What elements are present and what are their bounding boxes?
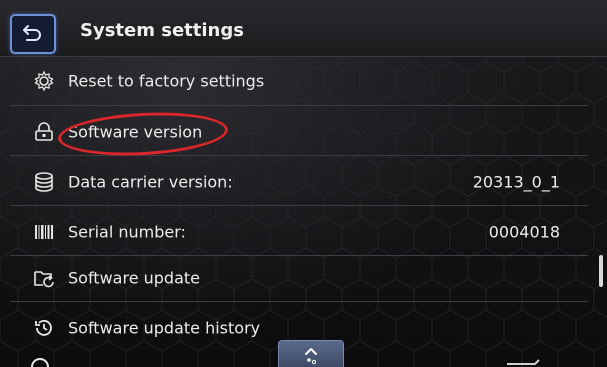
divider — [10, 155, 588, 156]
history-icon — [35, 320, 52, 336]
menu-item-serial-number[interactable]: Serial number: 0004018 — [0, 207, 590, 257]
folder-refresh-icon — [34, 271, 54, 288]
menu-item-label: Software update history — [68, 318, 261, 338]
lock-icon — [35, 122, 53, 141]
screen: System settings Reset to factory setting… — [0, 0, 607, 367]
back-arrow-icon — [23, 25, 41, 41]
reset-gear-icon — [34, 70, 54, 92]
database-icon — [35, 172, 53, 192]
divider — [10, 301, 588, 302]
barcode-icon — [35, 225, 53, 239]
menu-item-label: Data carrier version: — [68, 172, 233, 192]
menu-item-label: Serial number: — [68, 222, 186, 242]
menu-item-software-update[interactable]: Software update — [0, 253, 590, 303]
menu-item-value: 20313_0_1 — [472, 172, 560, 192]
pull-up-handle[interactable] — [278, 340, 344, 367]
menu-item-reset-factory[interactable]: Reset to factory settings — [0, 56, 590, 106]
menu-item-label: Software update — [68, 268, 200, 288]
divider — [10, 105, 588, 106]
partial-icon — [507, 359, 540, 365]
divider — [10, 205, 588, 206]
scrollbar-thumb[interactable] — [599, 255, 603, 287]
menu-item-data-carrier-version[interactable]: Data carrier version: 20313_0_1 — [0, 157, 590, 207]
header-bar: System settings — [0, 0, 607, 57]
partial-icon — [31, 358, 49, 367]
page-title: System settings — [80, 20, 244, 41]
back-button[interactable] — [10, 14, 56, 54]
menu-item-label: Reset to factory settings — [68, 71, 265, 91]
menu-item-value: 0004018 — [488, 222, 560, 242]
chevron-up-icon — [305, 348, 317, 365]
